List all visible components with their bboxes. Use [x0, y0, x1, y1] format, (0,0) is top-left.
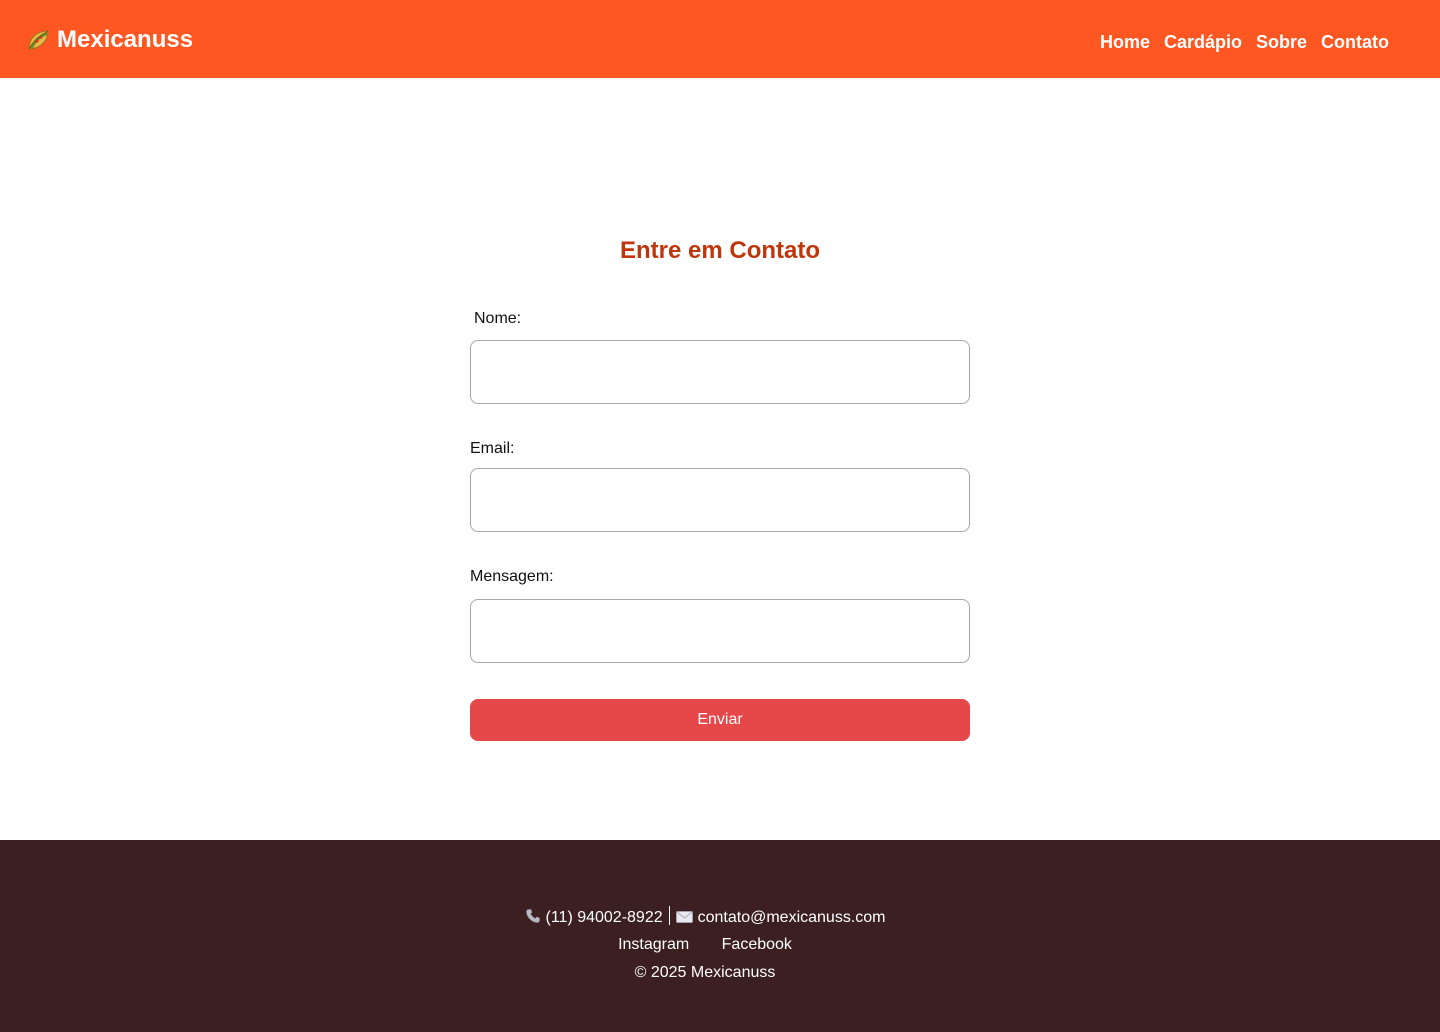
- brand-name: Mexicanuss: [57, 26, 194, 53]
- facebook-link[interactable]: Facebook: [722, 936, 792, 953]
- contact-section: Entre em Contato Nome: Email: Mensagem: …: [0, 78, 1440, 840]
- footer-email[interactable]: contato@mexicanuss.com: [698, 909, 886, 926]
- message-textarea[interactable]: [470, 599, 970, 663]
- nav-sobre[interactable]: Sobre: [1256, 30, 1307, 54]
- nav-contato[interactable]: Contato: [1321, 30, 1389, 54]
- name-input[interactable]: [470, 340, 970, 404]
- phone-icon: [525, 908, 541, 930]
- taco-icon: [26, 27, 52, 53]
- site-footer: (11) 94002-8922 contato@mexicanuss.com I…: [0, 840, 1440, 1032]
- footer-social-links: Instagram Facebook: [0, 935, 1410, 955]
- nav-home[interactable]: Home: [1100, 30, 1150, 54]
- footer-copyright: © 2025 Mexicanuss: [634, 964, 776, 981]
- page-title: Entre em Contato: [619, 237, 820, 264]
- email-input[interactable]: [470, 468, 970, 532]
- footer-divider: [668, 906, 670, 925]
- submit-button[interactable]: Enviar: [470, 699, 970, 741]
- footer-phone: (11) 94002-8922: [545, 909, 663, 926]
- main-nav: Home Cardápio Sobre Contato: [1100, 30, 1389, 54]
- brand-logo[interactable]: Mexicanuss: [26, 24, 193, 56]
- site-header: Mexicanuss Home Cardápio Sobre Contato: [0, 0, 1440, 78]
- instagram-link[interactable]: Instagram: [618, 936, 689, 953]
- nav-cardapio[interactable]: Cardápio: [1164, 30, 1242, 54]
- message-label: Mensagem:: [470, 568, 554, 585]
- name-label: Nome:: [474, 310, 522, 327]
- envelope-icon: [675, 910, 693, 930]
- footer-contact: (11) 94002-8922 contato@mexicanuss.com: [0, 906, 1410, 930]
- email-label: Email:: [470, 440, 515, 457]
